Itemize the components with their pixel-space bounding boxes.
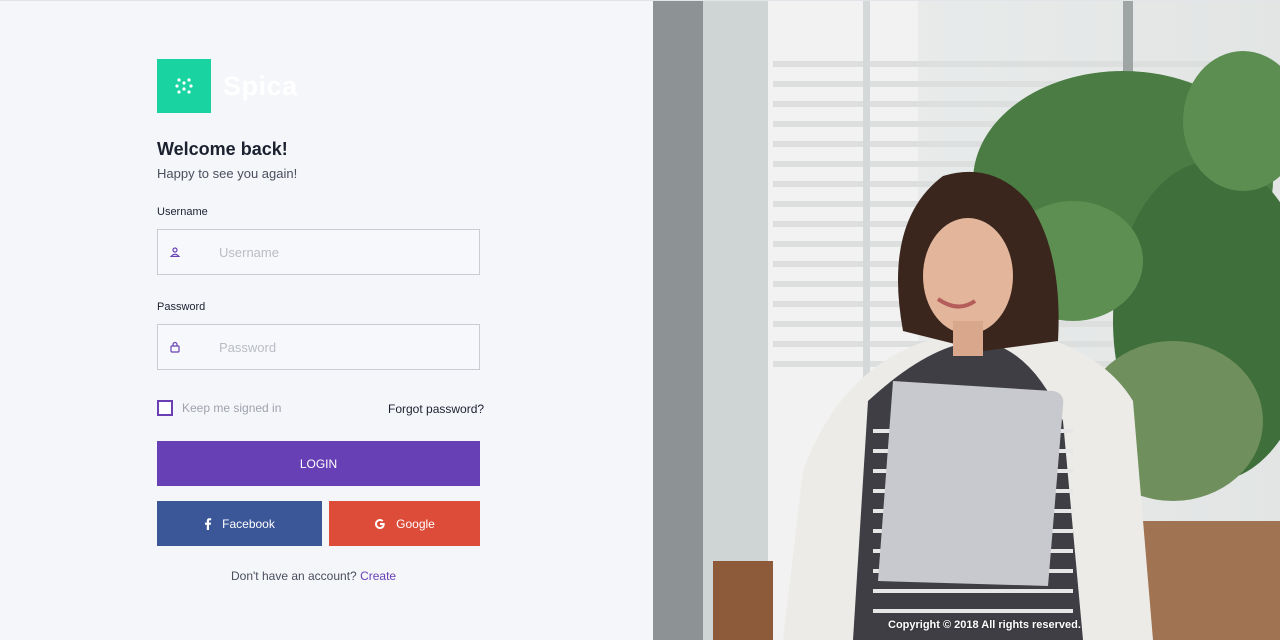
login-panel xyxy=(0,1,653,640)
forgot-password-link[interactable]: Forgot password? xyxy=(388,402,484,416)
password-input[interactable] xyxy=(219,332,459,362)
google-label: Google xyxy=(396,516,435,531)
facebook-icon xyxy=(205,517,212,530)
brand: Spica xyxy=(157,59,298,113)
keep-signed-in-checkbox[interactable] xyxy=(157,400,173,416)
signup-prompt: Don't have an account? Create xyxy=(231,569,396,583)
google-icon xyxy=(375,518,385,529)
keep-signed-in[interactable]: Keep me signed in xyxy=(157,400,281,416)
password-label: Password xyxy=(157,301,206,313)
login-button[interactable]: LOGIN xyxy=(157,441,480,486)
create-account-link[interactable]: Create xyxy=(360,569,396,583)
username-field[interactable] xyxy=(157,229,480,275)
copyright: Copyright © 2018 All rights reserved. xyxy=(888,619,1081,631)
password-field[interactable] xyxy=(157,324,480,370)
user-icon xyxy=(158,247,192,257)
keep-signed-in-label: Keep me signed in xyxy=(182,401,282,415)
username-input[interactable] xyxy=(219,237,459,267)
lock-icon xyxy=(158,341,192,353)
welcome-title: Welcome back! xyxy=(157,139,288,159)
signup-text: Don't have an account? xyxy=(231,569,357,583)
welcome-subtitle: Happy to see you again! xyxy=(157,166,298,181)
woman-holding-laptop-photo xyxy=(653,1,1280,640)
username-label: Username xyxy=(157,206,208,218)
facebook-button[interactable]: Facebook xyxy=(157,501,322,546)
google-button[interactable]: Google xyxy=(329,501,480,546)
grid-dots-icon xyxy=(157,59,211,113)
facebook-label: Facebook xyxy=(222,516,275,531)
brand-name: Spica xyxy=(223,70,298,101)
